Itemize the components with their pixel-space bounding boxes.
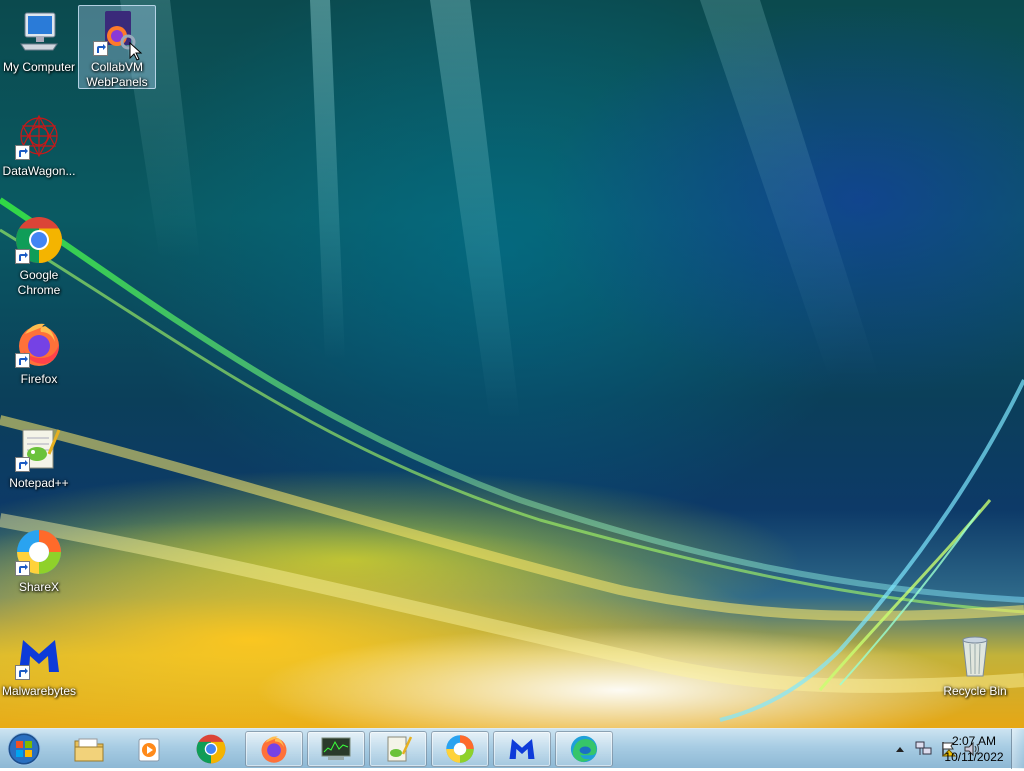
desktop-icon-sharex[interactable]: ShareX <box>0 526 78 595</box>
taskbar-button-media-player[interactable] <box>120 731 178 767</box>
desktop-icon-datawagon[interactable]: DataWagon... <box>0 110 78 179</box>
desktop-icon-firefox[interactable]: Firefox <box>0 318 78 387</box>
recycle-bin-icon <box>951 632 999 680</box>
taskbar-button-chrome[interactable] <box>182 731 240 767</box>
desktop-icon-label: My Computer <box>2 60 76 74</box>
desktop-icon-label: Google Chrome <box>17 268 61 297</box>
shortcut-arrow-icon <box>93 41 108 56</box>
taskbar-button-malwarebytes[interactable] <box>493 731 551 767</box>
shortcut-arrow-icon <box>15 145 30 160</box>
edge-icon <box>570 735 598 763</box>
desktop-icon-google-chrome[interactable]: Google Chrome <box>0 214 78 298</box>
datawagon-icon <box>15 112 63 160</box>
taskbar-button-task-manager[interactable] <box>307 731 365 767</box>
taskbar-button-notepadpp[interactable] <box>369 731 427 767</box>
notepadpp-icon <box>387 736 413 762</box>
desktop[interactable]: My Computer CollabVM WebPanels DataWagon… <box>0 0 1024 728</box>
sharex-icon <box>446 735 474 763</box>
desktop-icon-label: Malwarebytes <box>1 684 77 698</box>
desktop-icon-my-computer[interactable]: My Computer <box>0 6 78 75</box>
mouse-cursor-icon <box>129 42 143 61</box>
sharex-icon <box>15 528 63 576</box>
desktop-icon-label: ShareX <box>18 580 60 594</box>
clock-time: 2:07 AM <box>951 734 997 748</box>
malwarebytes-icon <box>509 739 535 759</box>
firefox-icon <box>261 736 287 763</box>
chrome-icon <box>15 216 63 264</box>
notepadpp-icon <box>15 424 63 472</box>
show-hidden-icons-arrow[interactable] <box>891 740 909 758</box>
wallpaper <box>0 0 1024 722</box>
taskbar: 2:07 AM 10/11/2022 <box>0 728 1024 769</box>
computer-icon <box>15 8 63 56</box>
shortcut-arrow-icon <box>15 561 30 576</box>
shortcut-arrow-icon <box>15 249 30 264</box>
show-desktop-button[interactable] <box>1011 729 1024 769</box>
desktop-icon-label: CollabVM WebPanels <box>86 60 148 89</box>
taskbar-button-explorer[interactable] <box>60 731 118 767</box>
clock-date: 10/11/2022 <box>944 750 1004 764</box>
desktop-icon-label: Firefox <box>20 372 58 386</box>
desktop-icon-label: Notepad++ <box>9 476 69 490</box>
desktop-icon-label: Recycle Bin <box>943 684 1007 698</box>
shortcut-arrow-icon <box>15 665 30 680</box>
shortcut-arrow-icon <box>15 457 30 472</box>
chrome-icon <box>196 734 226 764</box>
taskbar-button-firefox[interactable] <box>245 731 303 767</box>
malwarebytes-icon <box>15 632 63 680</box>
desktop-icon-malwarebytes[interactable]: Malwarebytes <box>0 630 78 699</box>
clock[interactable]: 2:07 AM 10/11/2022 <box>938 733 1010 765</box>
firefox-icon <box>15 320 63 368</box>
desktop-icon-label: DataWagon... <box>2 164 76 178</box>
network-icon[interactable] <box>915 740 933 758</box>
desktop-icon-notepadpp[interactable]: Notepad++ <box>0 422 78 491</box>
desktop-icon-recycle-bin[interactable]: Recycle Bin <box>936 630 1014 699</box>
media-player-icon <box>138 738 160 762</box>
taskbar-button-edge[interactable] <box>555 731 613 767</box>
shortcut-arrow-icon <box>15 353 30 368</box>
task-manager-icon <box>321 737 351 760</box>
windows-orb-icon <box>7 732 41 766</box>
taskbar-button-sharex[interactable] <box>431 731 489 767</box>
desktop-icon-collabvm-webpanels[interactable]: CollabVM WebPanels <box>78 5 156 89</box>
start-button[interactable] <box>4 730 44 768</box>
collabvm-webpanels-icon <box>93 8 143 61</box>
explorer-icon <box>74 738 104 762</box>
